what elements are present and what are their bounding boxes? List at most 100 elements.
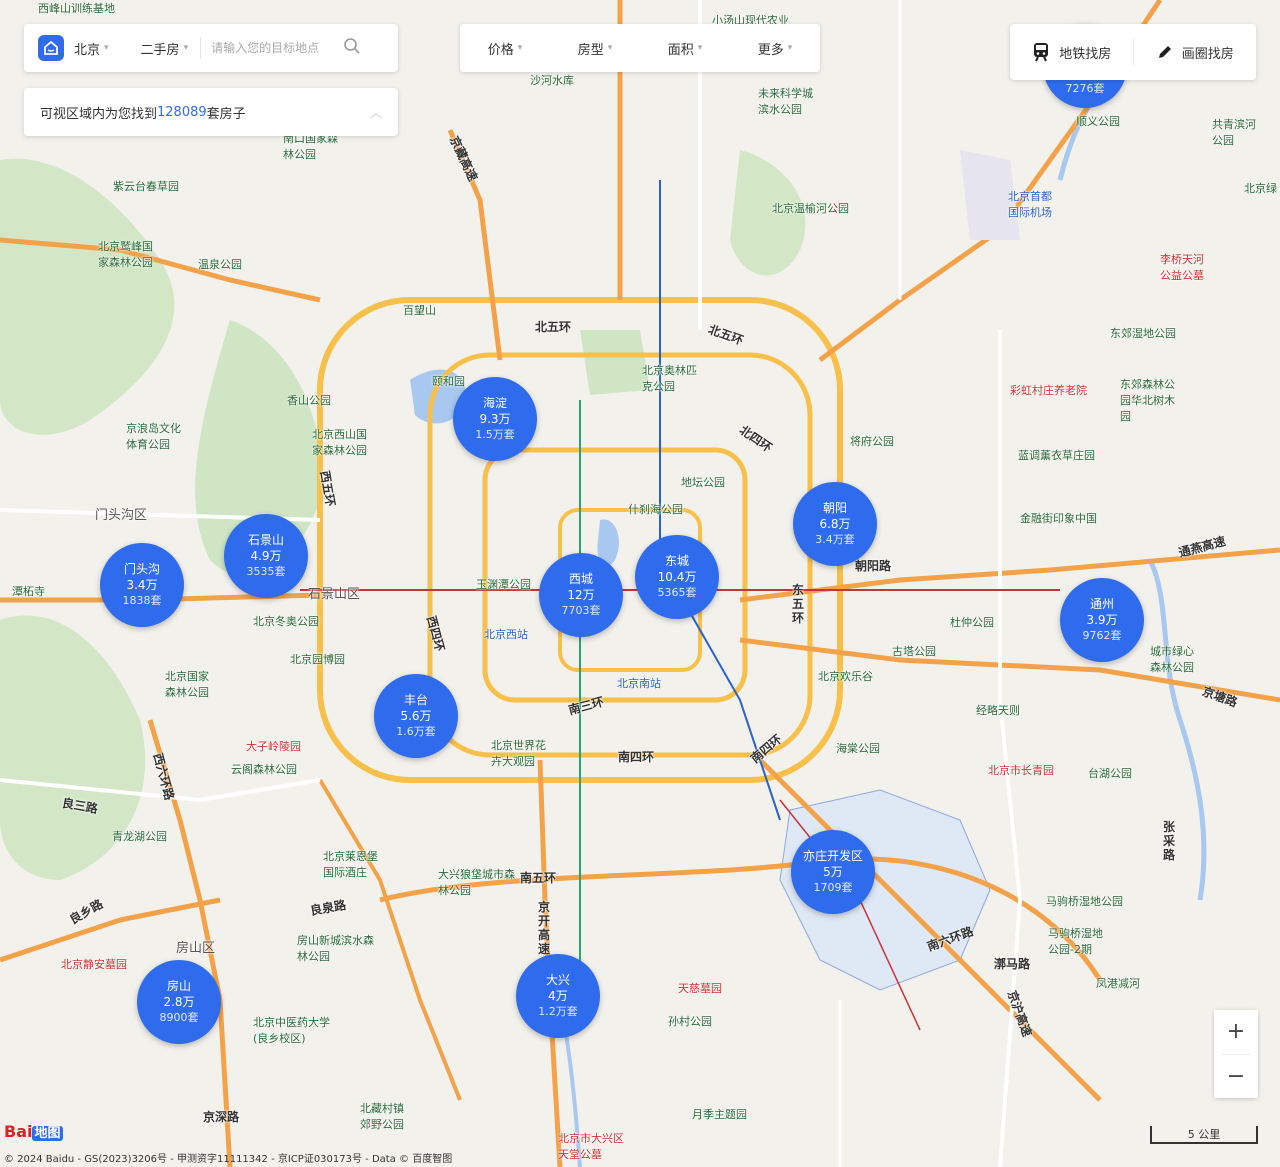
cluster-count: 1709套 <box>813 881 853 894</box>
collapse-chevron-icon[interactable]: ︿ <box>370 104 382 121</box>
filter-price[interactable]: 价格 ▾ <box>488 39 523 58</box>
area-label: 门头沟区 <box>95 508 148 523</box>
filter-area[interactable]: 面积 ▾ <box>668 39 703 58</box>
poi-label: 北京温榆河公园 <box>772 202 849 215</box>
district-cluster-xicheng[interactable]: 西城 12万 7703套 <box>539 553 623 637</box>
poi-label: 蓝调薰衣草庄园 <box>1018 449 1095 462</box>
chevron-down-icon: ▾ <box>183 43 189 53</box>
poi-label: 顺义公园 <box>1076 115 1120 128</box>
cluster-name: 石景山 <box>247 533 284 547</box>
district-cluster-yizhuang[interactable]: 亦庄开发区 5万 1709套 <box>791 830 875 914</box>
poi-label: 北京奥林匹克公园 <box>642 364 697 393</box>
poi-label: 京浪岛文化体育公园 <box>126 422 181 451</box>
area-label: 石景山区 <box>308 587 361 602</box>
cluster-name: 东城 <box>664 554 689 568</box>
poi-label: 地坛公园 <box>681 476 725 489</box>
road-label: 南四环 <box>618 750 655 764</box>
poi-label: 北京南站 <box>617 677 661 690</box>
cluster-count: 1.6万套 <box>396 725 436 738</box>
poi-label: 大子岭陵园 <box>246 740 301 753</box>
city-select[interactable]: 北京 ▾ <box>74 39 109 58</box>
poi-label: 天慈墓园 <box>678 982 722 995</box>
road-label: 漷马路 <box>994 957 1031 971</box>
baidu-logo: Bai 地图 <box>4 1122 63 1141</box>
poi-label: 北京欢乐谷 <box>818 670 873 683</box>
chevron-down-icon: ▾ <box>697 43 703 53</box>
search-input[interactable] <box>211 41 330 55</box>
cluster-price: 3.4万 <box>126 578 158 592</box>
cluster-count: 9762套 <box>1082 629 1122 642</box>
poi-label: 经略天则 <box>976 704 1020 717</box>
district-cluster-daxing[interactable]: 大兴 4万 1.2万套 <box>516 954 600 1038</box>
poi-label: 月季主题园 <box>692 1108 747 1121</box>
draw-search-label: 画圈找房 <box>1181 46 1234 62</box>
district-cluster-fangshan[interactable]: 房山 2.8万 8900套 <box>137 960 221 1044</box>
poi-label: 海棠公园 <box>836 742 880 755</box>
cluster-count: 1.2万套 <box>538 1005 578 1018</box>
poi-label: 云阁森林公园 <box>231 763 297 776</box>
district-cluster-chaoyang[interactable]: 朝阳 6.8万 3.4万套 <box>793 482 877 566</box>
draw-search-button[interactable]: 画圈找房 <box>1134 24 1257 80</box>
poi-label: 杜仲公园 <box>950 616 994 629</box>
cluster-name: 通州 <box>1089 597 1114 611</box>
poi-label: 北京西山国家森林公园 <box>312 428 367 457</box>
poi-label: 玉渊潭公园 <box>476 578 531 591</box>
district-cluster-dongcheng[interactable]: 东城 10.4万 5365套 <box>635 535 719 619</box>
map-scale: 5 公里 <box>1150 1126 1258 1144</box>
cluster-count: 7276套 <box>1065 82 1105 95</box>
poi-label: 彩虹村庄养老院 <box>1010 384 1087 397</box>
poi-label: 未来科学城滨水公园 <box>758 87 813 116</box>
poi-label: 凤港减河 <box>1096 977 1140 990</box>
subway-search-button[interactable]: 地铁找房 <box>1010 24 1133 80</box>
subway-icon <box>1034 43 1049 62</box>
cluster-count: 3535套 <box>246 565 286 578</box>
poi-label: 北京鹫峰国家森林公园 <box>98 240 153 269</box>
chevron-down-icon: ▾ <box>517 43 523 53</box>
cluster-name: 房山 <box>166 979 191 993</box>
poi-label: 什刹海公园 <box>628 503 683 516</box>
poi-label: 潭柘寺 <box>12 585 45 598</box>
poi-label: 百望山 <box>403 304 436 317</box>
city-select-label: 北京 <box>74 42 101 58</box>
poi-label: 北藏村镇郊野公园 <box>360 1102 404 1131</box>
filter-bar: 价格 ▾ 房型 ▾ 面积 ▾ 更多 ▾ <box>460 24 820 72</box>
area-label: 房山区 <box>176 941 216 956</box>
cluster-price: 12万 <box>567 588 595 602</box>
zoom-in-button[interactable]: + <box>1214 1010 1258 1054</box>
cluster-count: 1.5万套 <box>475 428 515 441</box>
home-logo-icon[interactable] <box>38 35 64 61</box>
cluster-count: 5365套 <box>657 586 697 599</box>
filter-label: 价格 <box>487 42 514 58</box>
poi-label: 马驹桥湿地公园 <box>1046 895 1123 908</box>
district-cluster-haidian[interactable]: 海淀 9.3万 1.5万套 <box>453 377 537 461</box>
poi-label: 房山新城滨水森林公园 <box>297 934 374 963</box>
cluster-price: 5.6万 <box>400 709 432 723</box>
category-select-label: 二手房 <box>140 42 180 58</box>
filter-more[interactable]: 更多 ▾ <box>758 39 793 58</box>
district-cluster-shijingshan[interactable]: 石景山 4.9万 3535套 <box>224 514 308 598</box>
filter-label: 房型 <box>577 42 604 58</box>
road-label: 张采路 <box>1163 820 1176 862</box>
road-label: 京开高速 <box>538 900 551 956</box>
filter-layout[interactable]: 房型 ▾ <box>578 39 613 58</box>
cluster-price: 4.9万 <box>250 549 282 563</box>
cluster-name: 西城 <box>568 572 593 586</box>
cluster-price: 5万 <box>823 865 843 879</box>
poi-label: 北京静安墓园 <box>61 958 127 971</box>
district-cluster-fengtai[interactable]: 丰台 5.6万 1.6万套 <box>374 674 458 758</box>
copyright-text: © 2024 Baidu - GS(2023)3206号 - 甲测资字11111… <box>4 1154 453 1165</box>
cluster-name: 朝阳 <box>822 501 847 515</box>
cluster-count: 3.4万套 <box>815 533 855 546</box>
pencil-icon <box>1158 46 1171 58</box>
poi-label: 香山公园 <box>287 394 331 407</box>
cluster-price: 2.8万 <box>163 995 195 1009</box>
district-cluster-mentougou[interactable]: 门头沟 3.4万 1838套 <box>100 543 184 627</box>
poi-label: 温泉公园 <box>198 258 242 271</box>
cluster-count: 1838套 <box>122 594 162 607</box>
poi-label: 北京绿 <box>1244 182 1277 195</box>
district-cluster-tongzhou[interactable]: 通州 3.9万 9762套 <box>1060 578 1144 662</box>
search-icon[interactable] <box>343 37 361 59</box>
zoom-out-button[interactable]: − <box>1214 1054 1258 1098</box>
cluster-price: 6.8万 <box>819 517 851 531</box>
category-select[interactable]: 二手房 ▾ <box>141 39 189 58</box>
